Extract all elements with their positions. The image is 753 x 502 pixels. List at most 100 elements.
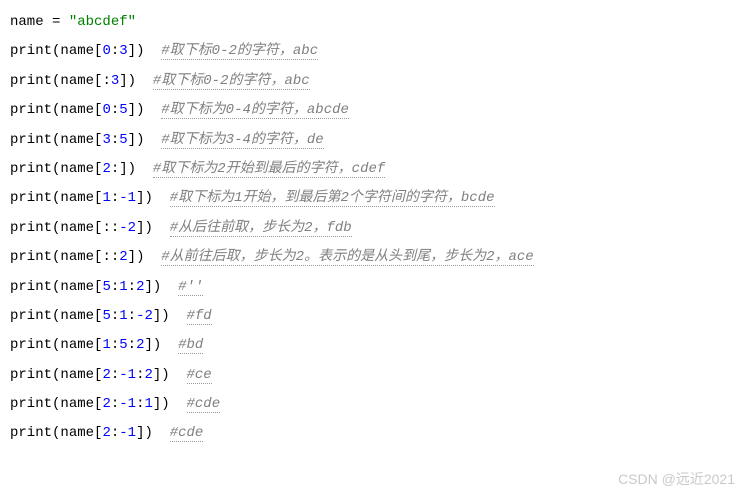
code-line-print: print(name[0:5]) #取下标为0-4的字符，abcde — [10, 96, 743, 125]
fn-call: print — [10, 279, 52, 295]
fn-call: print — [10, 249, 52, 265]
identifier: name — [60, 161, 94, 177]
watermark: CSDN @远近2021 — [618, 465, 735, 494]
fn-call: print — [10, 73, 52, 89]
comment: #fd — [187, 308, 212, 325]
identifier: name — [60, 249, 94, 265]
space — [144, 102, 161, 118]
colon: : — [102, 220, 110, 236]
code-line-print: print(name[5:1:2]) #'' — [10, 273, 743, 302]
colon: : — [102, 249, 110, 265]
colon: : — [111, 220, 119, 236]
number-literal: 3 — [119, 43, 127, 59]
number-literal: 2 — [102, 367, 110, 383]
bracket-close: ] — [119, 161, 127, 177]
space — [136, 161, 153, 177]
number-literal: -1 — [119, 425, 136, 441]
comment: #从前往后取，步长为2。表示的是从头到尾，步长为2，ace — [161, 249, 533, 266]
space — [136, 73, 153, 89]
number-literal: 1 — [119, 308, 127, 324]
code-line-print: print(name[3:5]) #取下标为3-4的字符，de — [10, 126, 743, 155]
code-line-print: print(name[2:-1:1]) #cde — [10, 390, 743, 419]
identifier: name — [60, 102, 94, 118]
fn-call: print — [10, 190, 52, 206]
fn-call: print — [10, 367, 52, 383]
number-literal: 5 — [119, 337, 127, 353]
code-line-print: print(name[1:5:2]) #bd — [10, 331, 743, 360]
colon: : — [111, 367, 119, 383]
fn-call: print — [10, 337, 52, 353]
comment: #'' — [178, 279, 203, 296]
fn-call: print — [10, 43, 52, 59]
identifier: name — [60, 190, 94, 206]
paren-close: ) — [161, 396, 169, 412]
colon: : — [111, 396, 119, 412]
identifier: name — [10, 14, 44, 30]
number-literal: 3 — [102, 132, 110, 148]
comment: #ce — [187, 367, 212, 384]
paren-close: ) — [144, 190, 152, 206]
identifier: name — [60, 43, 94, 59]
space — [144, 43, 161, 59]
colon: : — [111, 279, 119, 295]
identifier: name — [60, 73, 94, 89]
code-line-print: print(name[:3]) #取下标0-2的字符，abc — [10, 67, 743, 96]
code-line-print: print(name[2:-1]) #cde — [10, 419, 743, 448]
colon: : — [111, 161, 119, 177]
bracket-close: ] — [128, 102, 136, 118]
code-line-assign: name = "abcdef" — [10, 8, 743, 37]
code-line-print: print(name[0:3]) #取下标0-2的字符，abc — [10, 37, 743, 66]
colon: : — [111, 308, 119, 324]
colon: : — [102, 73, 110, 89]
bracket-close: ] — [119, 73, 127, 89]
paren-close: ) — [128, 73, 136, 89]
number-literal: 1 — [102, 190, 110, 206]
comment: #从后往前取，步长为2，fdb — [170, 220, 352, 237]
colon: : — [111, 132, 119, 148]
comment: #取下标为1开始，到最后第2个字符间的字符，bcde — [170, 190, 495, 207]
identifier: name — [60, 367, 94, 383]
space — [161, 279, 178, 295]
comment: #取下标0-2的字符，abc — [161, 43, 318, 60]
colon: : — [111, 337, 119, 353]
fn-call: print — [10, 220, 52, 236]
number-literal: 1 — [119, 279, 127, 295]
identifier: name — [60, 279, 94, 295]
number-literal: 2 — [119, 249, 127, 265]
number-literal: 5 — [119, 102, 127, 118]
comment: #取下标为3-4的字符，de — [161, 132, 323, 149]
comment: #取下标为0-4的字符，abcde — [161, 102, 349, 119]
colon: : — [111, 102, 119, 118]
number-literal: 2 — [102, 396, 110, 412]
number-literal: 1 — [102, 337, 110, 353]
code-line-print: print(name[1:-1]) #取下标为1开始，到最后第2个字符间的字符，… — [10, 184, 743, 213]
colon: : — [111, 43, 119, 59]
comment: #取下标为2开始到最后的字符，cdef — [153, 161, 385, 178]
number-literal: -1 — [119, 190, 136, 206]
paren-close: ) — [161, 308, 169, 324]
space — [170, 367, 187, 383]
number-literal: 2 — [102, 425, 110, 441]
fn-call: print — [10, 425, 52, 441]
space — [170, 308, 187, 324]
number-literal: 5 — [102, 308, 110, 324]
paren-close: ) — [128, 161, 136, 177]
assign-op: = — [44, 14, 69, 30]
bracket-close: ] — [128, 132, 136, 148]
fn-call: print — [10, 161, 52, 177]
number-literal: 1 — [144, 396, 152, 412]
code-line-print: print(name[2:]) #取下标为2开始到最后的字符，cdef — [10, 155, 743, 184]
space — [153, 425, 170, 441]
paren-close: ) — [144, 425, 152, 441]
space — [144, 132, 161, 148]
bracket-close: ] — [128, 249, 136, 265]
code-line-print: print(name[5:1:-2]) #fd — [10, 302, 743, 331]
paren-close: ) — [161, 367, 169, 383]
bracket-close: ] — [144, 337, 152, 353]
identifier: name — [60, 425, 94, 441]
number-literal: -2 — [136, 308, 153, 324]
colon: : — [111, 249, 119, 265]
fn-call: print — [10, 396, 52, 412]
identifier: name — [60, 308, 94, 324]
comment: #cde — [187, 396, 221, 413]
